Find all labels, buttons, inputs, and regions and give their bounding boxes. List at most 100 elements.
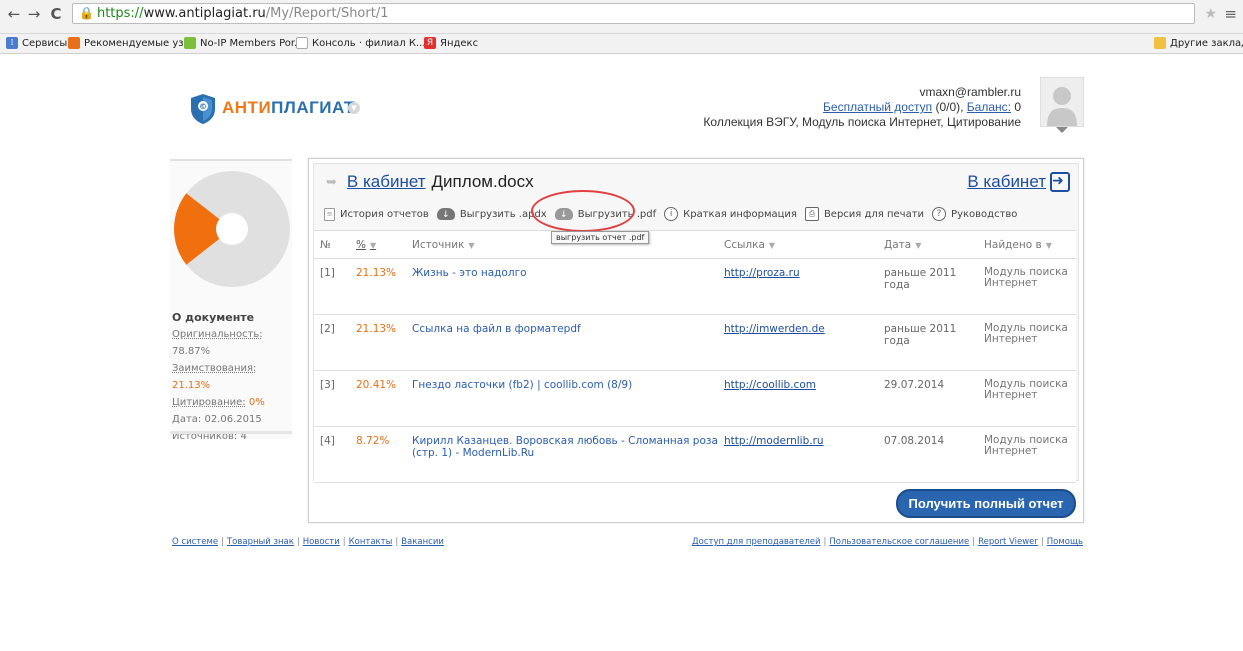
column-date-label: Дата [884, 238, 912, 251]
back-arrow-icon[interactable]: ➥ [326, 174, 337, 190]
footer-link-news[interactable]: Новости [303, 537, 340, 547]
bookmark-console[interactable]: Консоль · филиал К... [296, 37, 425, 49]
lock-icon: 🔒 [79, 6, 94, 20]
footer-link-agreement[interactable]: Пользовательское соглашение [829, 537, 969, 547]
footer-link-contacts[interactable]: Контакты [349, 537, 393, 547]
footer-link-trademark[interactable]: Товарный знак [227, 537, 294, 547]
url-host: www.antiplagiat.ru [143, 6, 266, 21]
reload-icon[interactable]: C [48, 6, 64, 22]
get-full-report-button[interactable]: Получить полный отчет [896, 489, 1076, 518]
logo-dropdown-icon[interactable]: ▼ [348, 102, 360, 114]
row-link[interactable]: http://imwerden.de [724, 323, 825, 335]
browser-toolbar: ← → C 🔒 https://www.antiplagiat.ru/My/Rep… [0, 0, 1243, 34]
table-row: [2] 21.13% Ссылка на файл в форматеpdf h… [314, 314, 1076, 371]
bookmark-noip[interactable]: No-IP Members Por... [184, 37, 304, 49]
bookmark-other[interactable]: Другие закладки [1154, 37, 1243, 49]
footer-separator: | [1040, 537, 1044, 547]
row-number: [4] [314, 426, 350, 483]
sources-table: № % ▼ Источник ▼ Ссылка ▼ Дата ▼ Найдено в ▼ … [314, 230, 1076, 483]
originality-value: 78.87% [172, 346, 211, 357]
sort-desc-icon: ▼ [369, 240, 377, 250]
borrowing-label[interactable]: Заимствования: [172, 363, 256, 374]
column-header-link[interactable]: Ссылка ▼ [718, 230, 878, 259]
cabinet-link[interactable]: В кабинет [347, 172, 426, 192]
yandex-icon: Я [424, 37, 436, 49]
bookmark-label: Сервисы [22, 37, 68, 49]
avatar[interactable] [1040, 77, 1084, 127]
bookmark-services[interactable]: ⁞ Сервисы [6, 37, 67, 49]
footer-link-help[interactable]: Помощь [1047, 537, 1083, 547]
back-icon[interactable]: ← [6, 6, 22, 22]
bookmark-star-icon[interactable]: ★ [1204, 6, 1217, 22]
footer-separator: | [221, 537, 224, 547]
history-button[interactable]: ≡ История отчетов [324, 207, 429, 221]
short-info-button[interactable]: i Краткая информация [664, 207, 797, 221]
column-header-pct[interactable]: % ▼ [350, 230, 406, 259]
row-found-in: Модуль поиска Интернет [978, 426, 1076, 483]
guide-button[interactable]: ? Руководство [932, 207, 1017, 221]
browser-menu-icon[interactable]: ≡ [1224, 5, 1237, 23]
row-link[interactable]: http://proza.ru [724, 267, 800, 279]
short-info-label: Краткая информация [683, 208, 797, 220]
document-name: Диплом.docx [431, 172, 534, 191]
user-email: vmaxn@rambler.ru [919, 85, 1021, 99]
table-row: [1] 21.13% Жизнь - это надолго http://pr… [314, 258, 1076, 315]
sort-icon: ▼ [468, 240, 475, 250]
footer-separator: | [972, 537, 976, 547]
forward-icon[interactable]: → [26, 6, 42, 22]
bookmark-yandex[interactable]: Я Яндекс [424, 37, 478, 49]
column-link-label: Ссылка [724, 238, 765, 251]
balance-link[interactable]: Баланс: [967, 100, 1011, 114]
report-header: ➥ В кабинет Диплом.docx [326, 172, 534, 192]
row-source[interactable]: Гнездо ласточки (fb2) | coollib.com (8/9… [406, 370, 718, 427]
cabinet-link-right[interactable]: В кабинет [967, 172, 1070, 192]
row-percent: 20.41% [350, 370, 406, 427]
row-source[interactable]: Ссылка на файл в форматеpdf [406, 314, 718, 371]
footer-separator: | [342, 537, 346, 547]
bookmark-icon [184, 37, 196, 49]
bookmark-recommended[interactable]: Рекомендуемые уз... [68, 37, 193, 49]
folder-icon [1154, 37, 1166, 49]
access-count: (0/0), [932, 100, 967, 114]
column-header-date[interactable]: Дата ▼ [878, 230, 978, 259]
page-icon [296, 37, 308, 49]
apps-icon: ⁞ [6, 37, 18, 49]
bookmark-icon [68, 37, 80, 49]
row-found-in: Модуль поиска Интернет [978, 258, 1076, 315]
footer-link-vacancies[interactable]: Вакансии [401, 537, 444, 547]
free-access-link[interactable]: Бесплатный доступ [823, 100, 932, 114]
logo-text[interactable]: АНТИПЛАГИАТ [222, 98, 355, 118]
row-date: раньше 2011 года [878, 314, 978, 371]
logo-part-plagiat: ПЛАГИАТ [271, 98, 355, 117]
row-source[interactable]: Кирилл Казанцев. Воровская любовь - Слом… [406, 426, 718, 483]
row-link[interactable]: http://modernlib.ru [724, 435, 824, 447]
column-header-found[interactable]: Найдено в ▼ [978, 230, 1076, 259]
footer-link-report-viewer[interactable]: Report Viewer [978, 537, 1038, 547]
avatar-dropdown-icon[interactable] [1056, 127, 1068, 133]
document-icon: ≡ [324, 207, 335, 221]
citation-label[interactable]: Цитирование: [172, 397, 246, 408]
report-toolbar: ≡ История отчетов ↓ Выгрузить .apdx ↓ Выгру… [324, 206, 1025, 222]
cloud-download-icon: ↓ [436, 208, 455, 220]
antiplagiat-logo-icon[interactable]: © [190, 93, 216, 125]
footer-separator: | [395, 537, 399, 547]
footer-link-about[interactable]: О системе [172, 537, 218, 547]
address-bar[interactable]: 🔒 https://www.antiplagiat.ru/My/Report/Sh… [72, 3, 1195, 24]
originality-pie-chart [174, 171, 290, 287]
originality-label[interactable]: Оригинальность: [172, 329, 263, 340]
row-source[interactable]: Жизнь - это надолго [406, 258, 718, 315]
row-link[interactable]: http://coollib.com [724, 379, 816, 391]
row-found-in: Модуль поиска Интернет [978, 314, 1076, 371]
highlight-circle [531, 190, 635, 232]
table-row: [3] 20.41% Гнездо ласточки (fb2) | cooll… [314, 370, 1076, 427]
footer-link-teachers[interactable]: Доступ для преподавателей [692, 537, 821, 547]
print-version-button[interactable]: ⎙ Версия для печати [804, 207, 925, 221]
collection-info: Коллекция ВЭГУ, Модуль поиска Интернет, … [703, 115, 1021, 129]
row-number: [3] [314, 370, 350, 427]
sort-icon: ▼ [768, 240, 776, 250]
row-number: [2] [314, 314, 350, 371]
column-found-label: Найдено в [984, 238, 1042, 251]
date-value: 02.06.2015 [204, 414, 262, 425]
footer-separator: | [296, 537, 300, 547]
print-version-label: Версия для печати [823, 208, 925, 220]
